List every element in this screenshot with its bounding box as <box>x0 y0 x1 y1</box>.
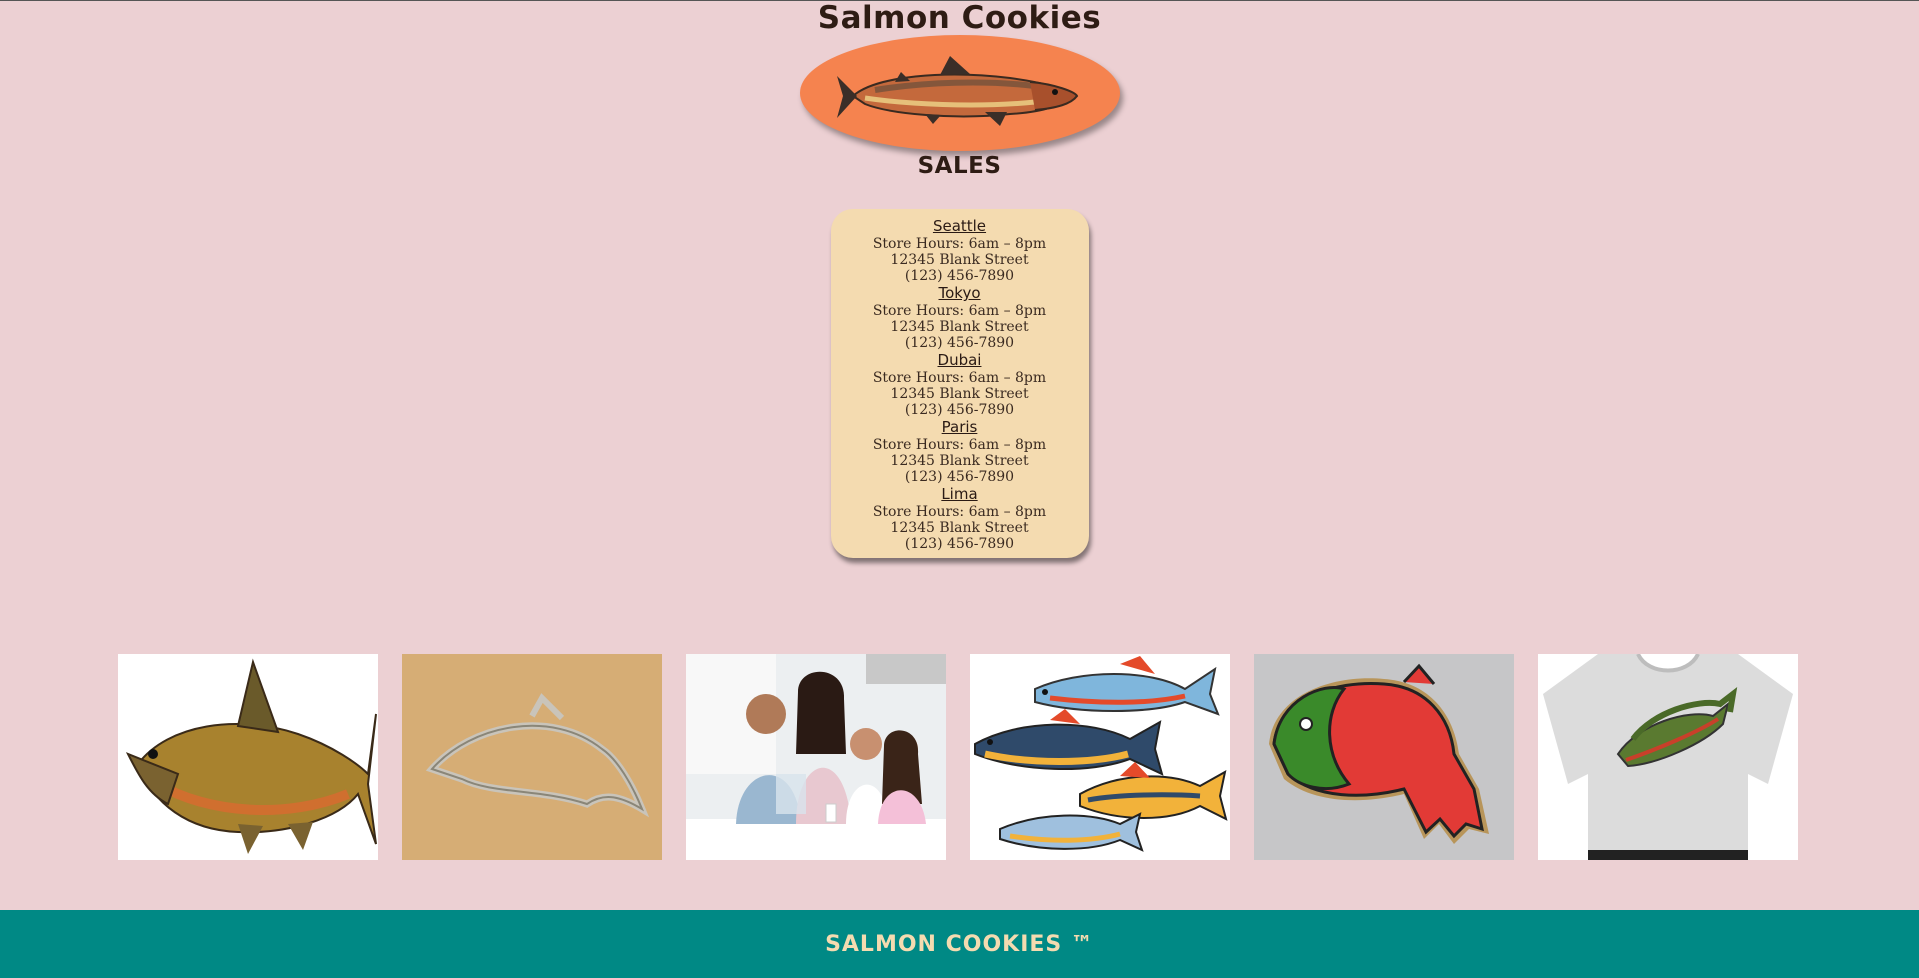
store-address: 12345 Blank Street <box>890 520 1029 536</box>
store-hours: Store Hours: 6am – 8pm <box>872 303 1047 319</box>
salmon-icon <box>836 56 1078 126</box>
store-link-lima[interactable]: Lima <box>831 485 1089 504</box>
store-phone: (123) 456-7890 <box>904 469 1015 485</box>
store-entry: Tokyo Store Hours: 6am – 8pm 12345 Blank… <box>831 284 1089 351</box>
store-phone: (123) 456-7890 <box>904 402 1015 418</box>
store-address: 12345 Blank Street <box>890 453 1029 469</box>
store-link-dubai[interactable]: Dubai <box>831 351 1089 370</box>
store-address: 12345 Blank Street <box>890 319 1029 335</box>
store-hours: Store Hours: 6am – 8pm <box>872 504 1047 520</box>
store-hours: Store Hours: 6am – 8pm <box>872 236 1047 252</box>
gallery-image-fish-cookies <box>970 654 1230 860</box>
site-title: Salmon Cookies <box>817 0 1102 36</box>
gallery-image-salmon-illustration <box>118 654 378 860</box>
product-gallery <box>118 654 1798 860</box>
store-phone: (123) 456-7890 <box>904 335 1015 351</box>
store-link-seattle[interactable]: Seattle <box>831 217 1089 236</box>
gallery-image-family <box>686 654 946 860</box>
store-hours: Store Hours: 6am – 8pm <box>872 437 1047 453</box>
store-list: Seattle Store Hours: 6am – 8pm 12345 Bla… <box>830 209 1089 558</box>
store-phone: (123) 456-7890 <box>904 536 1015 552</box>
gallery-image-iced-cookie <box>1254 654 1514 860</box>
footer-trademark: SALMON COOKIES ™ <box>825 931 1094 957</box>
store-address: 12345 Blank Street <box>890 386 1029 402</box>
store-entry: Lima Store Hours: 6am – 8pm 12345 Blank … <box>831 485 1089 552</box>
page-footer: SALMON COOKIES ™ <box>0 910 1919 978</box>
sales-heading: SALES <box>917 153 1002 179</box>
store-phone: (123) 456-7890 <box>904 268 1015 284</box>
store-entry: Seattle Store Hours: 6am – 8pm 12345 Bla… <box>831 217 1089 284</box>
salmon-logo <box>799 35 1120 151</box>
store-link-tokyo[interactable]: Tokyo <box>831 284 1089 303</box>
gallery-image-cookie-cutter <box>402 654 662 860</box>
store-entry: Paris Store Hours: 6am – 8pm 12345 Blank… <box>831 418 1089 485</box>
page-header: Salmon Cookies SALES <box>0 1 1919 179</box>
store-address: 12345 Blank Street <box>890 252 1029 268</box>
store-link-paris[interactable]: Paris <box>831 418 1089 437</box>
gallery-image-tshirt <box>1538 654 1798 860</box>
store-entry: Dubai Store Hours: 6am – 8pm 12345 Blank… <box>831 351 1089 418</box>
store-hours: Store Hours: 6am – 8pm <box>872 370 1047 386</box>
